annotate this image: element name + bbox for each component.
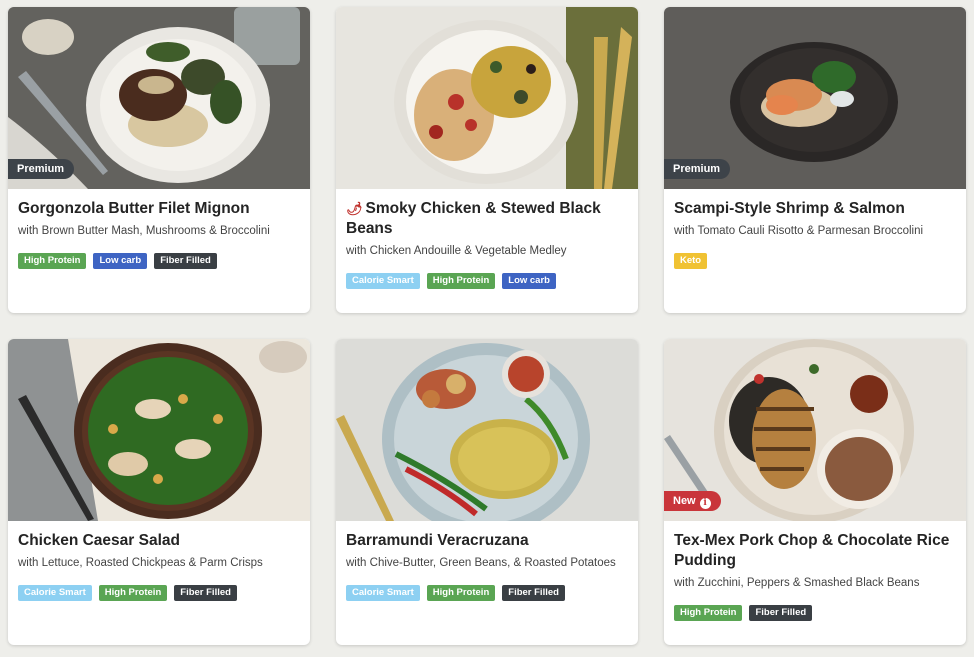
premium-flag: Premium (664, 159, 731, 179)
meal-photo[interactable] (8, 339, 310, 521)
new-flag[interactable]: New i (664, 491, 721, 511)
tag-calorie-smart: Calorie Smart (346, 585, 420, 601)
premium-flag: Premium (8, 159, 75, 179)
tag-fiber-filled: Fiber Filled (174, 585, 237, 601)
meal-card[interactable]: 🌶 Smoky Chicken & Stewed Black Beans with… (336, 7, 638, 313)
tag-list: Calorie Smart High Protein Fiber Filled (18, 585, 300, 601)
tag-list: High Protein Low carb Fiber Filled (18, 253, 300, 269)
meal-title[interactable]: Barramundi Veracruzana (346, 531, 628, 551)
tag-high-protein: High Protein (18, 253, 87, 269)
chili-pepper-icon: 🌶 (346, 201, 363, 216)
tag-fiber-filled: Fiber Filled (154, 253, 217, 269)
meal-subtitle: with Tomato Cauli Risotto & Parmesan Bro… (674, 225, 924, 237)
tag-low-carb: Low carb (502, 273, 556, 289)
meal-subtitle: with Lettuce, Roasted Chickpeas & Parm C… (18, 557, 263, 569)
tag-keto: Keto (674, 253, 708, 269)
tag-high-protein: High Protein (426, 273, 496, 289)
meal-subtitle: with Zucchini, Peppers & Smashed Black B… (674, 577, 920, 589)
meal-subtitle: with Chive-Butter, Green Beans, & Roaste… (346, 557, 616, 569)
tag-high-protein: High Protein (98, 585, 168, 601)
info-icon[interactable]: i (699, 498, 711, 509)
meal-card[interactable]: Barramundi Veracruzana with Chive-Butter… (336, 339, 638, 645)
meal-subtitle: with Brown Butter Mash, Mushrooms & Broc… (18, 225, 270, 237)
meal-title[interactable]: Gorgonzola Butter Filet Mignon (18, 199, 300, 219)
meal-card[interactable]: Premium Scampi-Style Shrimp & Salmon wit… (664, 7, 966, 313)
tag-high-protein: High Protein (426, 585, 496, 601)
tag-list: High Protein Fiber Filled (674, 605, 956, 621)
tag-calorie-smart: Calorie Smart (346, 273, 420, 289)
meal-title[interactable]: 🌶 Smoky Chicken & Stewed Black Beans (346, 199, 628, 239)
meal-subtitle: with Chicken Andouille & Vegetable Medle… (346, 245, 567, 257)
tag-calorie-smart: Calorie Smart (18, 585, 92, 601)
tag-fiber-filled: Fiber Filled (502, 585, 565, 601)
meal-card[interactable]: Premium Gorgonzola Butter Filet Mignon w… (8, 7, 310, 313)
meal-title-text: Smoky Chicken & Stewed Black Beans (346, 200, 601, 237)
meal-photo[interactable]: Premium (8, 7, 310, 189)
tag-high-protein: High Protein (674, 605, 743, 621)
new-flag-label: New (673, 495, 696, 507)
tag-fiber-filled: Fiber Filled (749, 605, 813, 621)
tag-low-carb: Low carb (93, 253, 148, 269)
tag-list: Keto (674, 253, 956, 269)
meal-photo[interactable] (336, 339, 638, 521)
meal-card[interactable]: New i Tex-Mex Pork Chop & Chocolate Rice … (664, 339, 966, 645)
tag-list: Calorie Smart High Protein Low carb (346, 273, 628, 289)
meal-photo[interactable]: Premium (664, 7, 966, 189)
meal-title[interactable]: Scampi-Style Shrimp & Salmon (674, 199, 956, 219)
meal-title[interactable]: Tex-Mex Pork Chop & Chocolate Rice Puddi… (674, 531, 956, 571)
tag-list: Calorie Smart High Protein Fiber Filled (346, 585, 628, 601)
meal-photo[interactable] (336, 7, 638, 189)
meal-card[interactable]: Chicken Caesar Salad with Lettuce, Roast… (8, 339, 310, 645)
meal-title[interactable]: Chicken Caesar Salad (18, 531, 300, 551)
meal-photo[interactable]: New i (664, 339, 966, 521)
